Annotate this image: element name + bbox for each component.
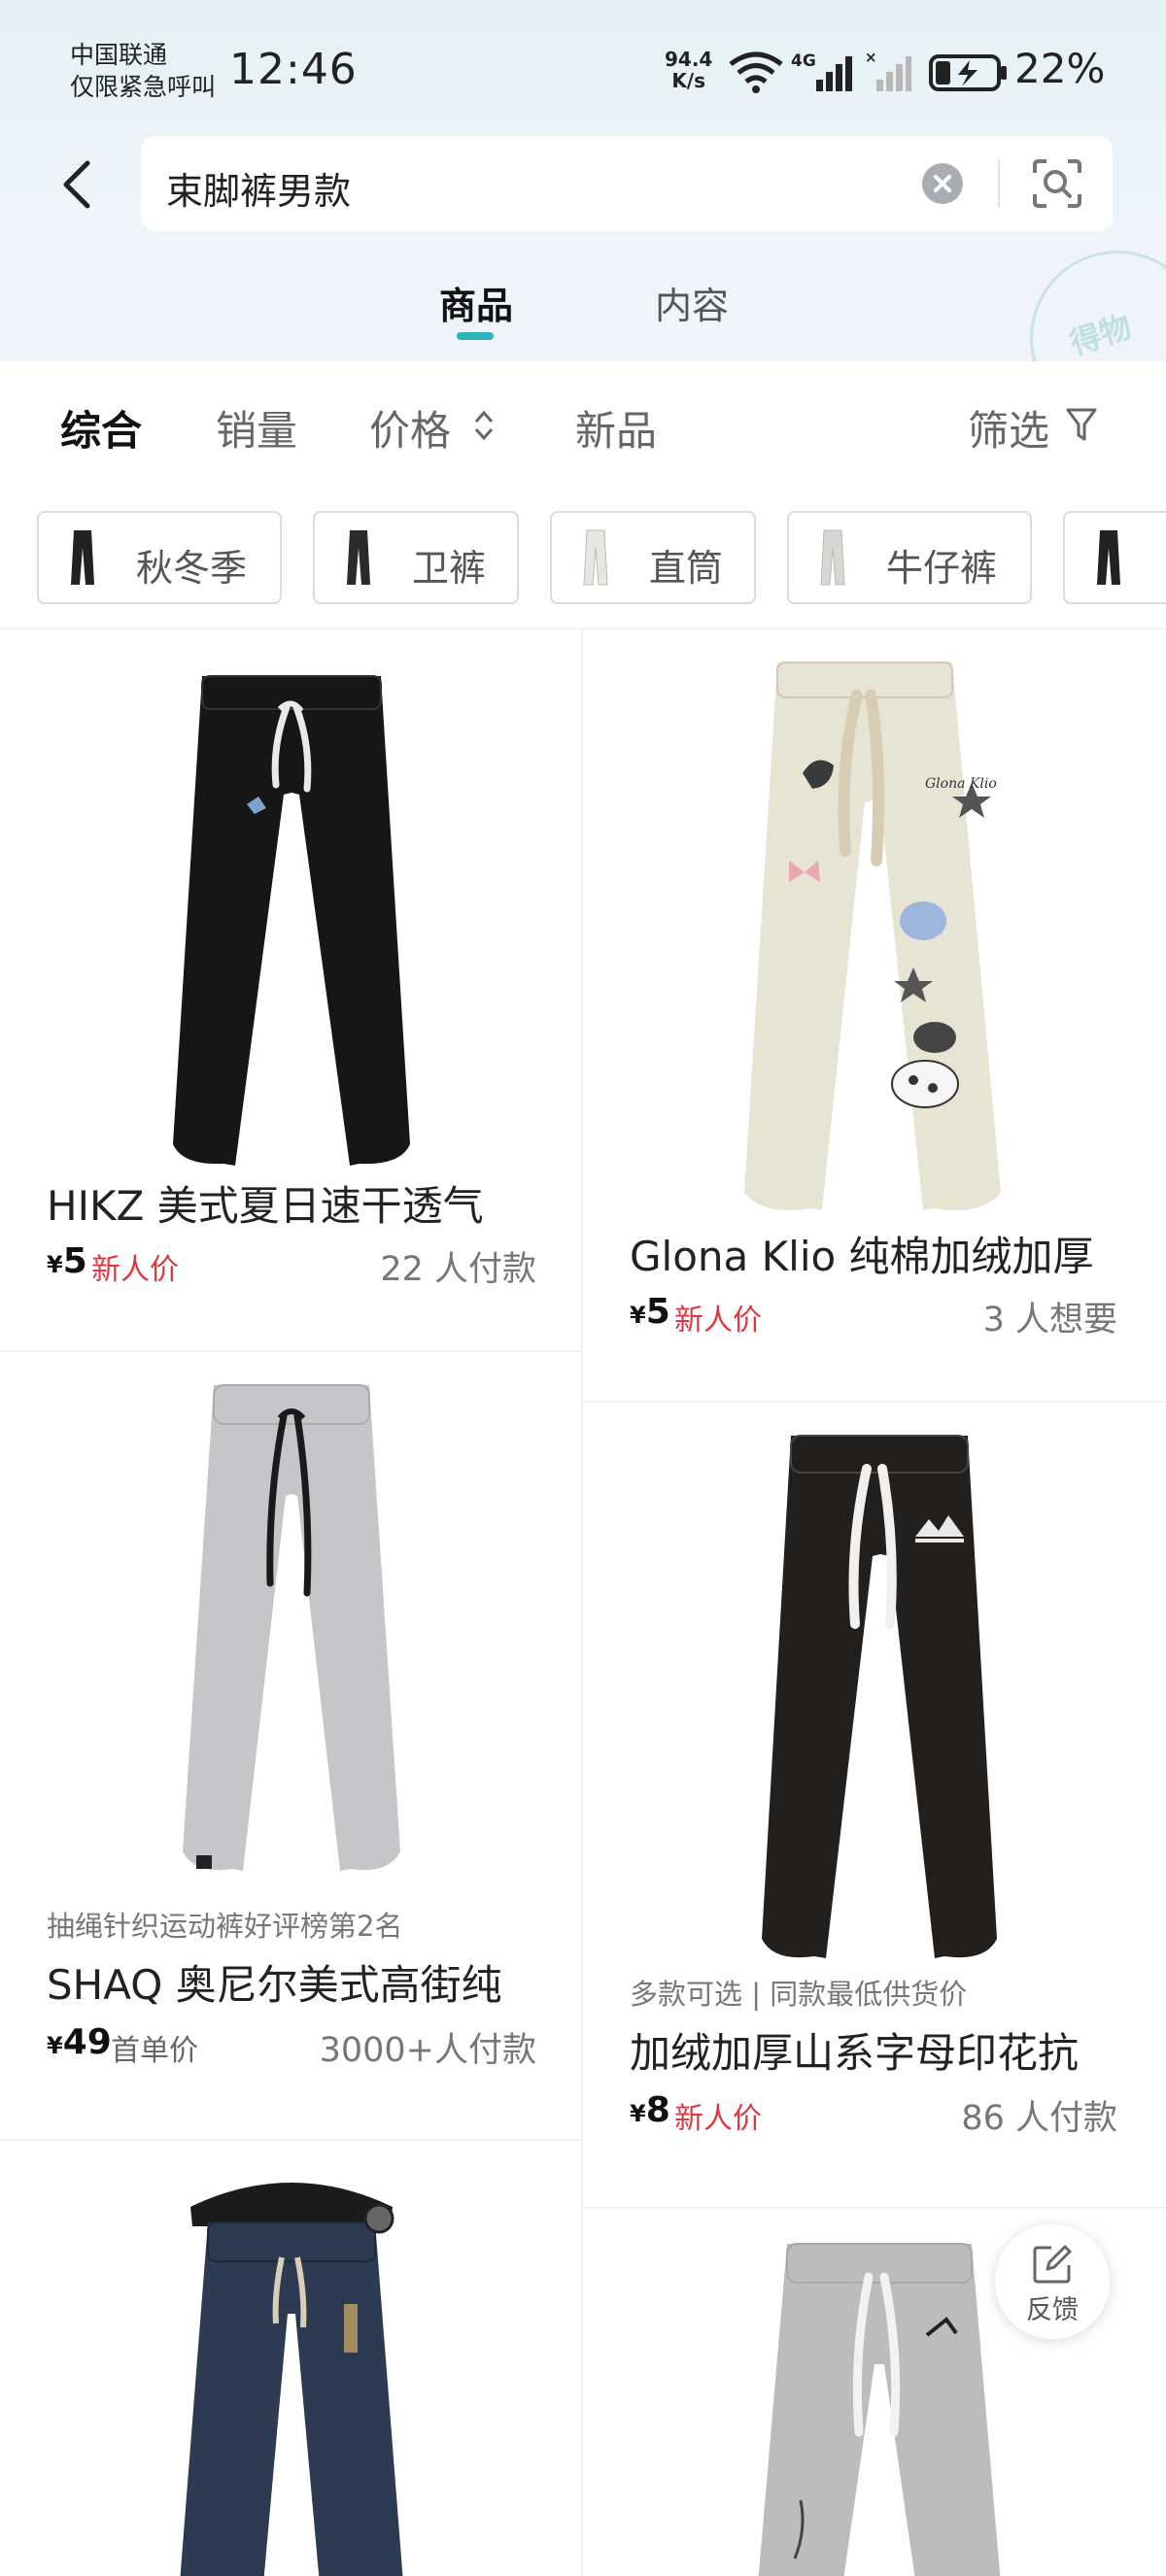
- chip-thumbnail: [1097, 530, 1120, 585]
- sort-new[interactable]: 新品: [575, 398, 657, 458]
- chip-label: 卫裤: [412, 547, 487, 590]
- chip-more[interactable]: [1063, 511, 1166, 604]
- chip-label: 牛仔裤: [886, 547, 998, 590]
- product-image[interactable]: [146, 2168, 437, 2576]
- price-value: 8: [645, 2090, 670, 2130]
- product-card[interactable]: HIKZ 美式夏日速干透气 ¥5 新人价 22 人付款: [0, 629, 581, 1350]
- chip-jeans[interactable]: 牛仔裤: [787, 511, 1032, 604]
- sort-comprehensive[interactable]: 综合: [60, 398, 142, 458]
- image-search-scan-icon[interactable]: [1031, 157, 1083, 210]
- filter-funnel-icon[interactable]: [1065, 406, 1098, 443]
- price-currency-symbol: ¥: [47, 1251, 63, 1278]
- product-card[interactable]: Glona Klio Glona Klio 纯棉加绒加厚 ¥5 新人价 3 人想…: [583, 629, 1164, 1401]
- network-speed: 94.4 K/s: [665, 49, 712, 91]
- battery-percentage: 22%: [1014, 45, 1106, 92]
- product-title[interactable]: 加绒加厚山系字母印花抗: [630, 2020, 1079, 2080]
- sort-bar: 综合 销量 价格 新品 筛选: [0, 361, 1166, 488]
- network-speed-unit: K/s: [671, 69, 706, 92]
- product-ranking-tag: 抽绳针织运动裤好评榜第2名: [47, 1910, 403, 1943]
- svg-text:×: ×: [865, 49, 877, 66]
- chip-sweatpants[interactable]: 卫裤: [313, 511, 519, 604]
- chip-thumbnail: [347, 530, 370, 585]
- sales-count: 86 人付款: [961, 2099, 1117, 2138]
- wifi-icon: [729, 51, 783, 93]
- want-count: 3 人想要: [982, 1301, 1117, 1339]
- price-value: 5: [645, 1292, 670, 1332]
- product-price: ¥5: [630, 1292, 670, 1332]
- content-tabs: 商品 内容: [0, 262, 1166, 350]
- product-title[interactable]: HIKZ 美式夏日速干透气: [47, 1173, 484, 1233]
- network-speed-value: 94.4: [665, 48, 713, 71]
- price-label: 首单价: [111, 2034, 198, 2068]
- product-price: ¥8: [630, 2090, 670, 2130]
- product-image[interactable]: [748, 2238, 1011, 2576]
- tab-products[interactable]: 商品: [439, 276, 513, 329]
- clear-search-icon[interactable]: [922, 163, 963, 204]
- product-card[interactable]: [0, 2141, 581, 2576]
- sales-count: 22 人付款: [380, 1250, 536, 1289]
- product-price: ¥49: [47, 2022, 112, 2062]
- cellular-no-signal-icon: ×: [865, 49, 911, 91]
- quick-filter-chips: 秋冬季 卫裤 直筒 牛仔裤: [0, 507, 1166, 604]
- carrier-name: 中国联通: [70, 41, 168, 69]
- search-divider: [998, 159, 1000, 208]
- price-currency-symbol: ¥: [47, 2032, 63, 2059]
- price-label: 新人价: [674, 2102, 762, 2136]
- price-sort-arrows-icon[interactable]: [472, 408, 496, 443]
- product-promo-tag: 多款可选 | 同款最低供货价: [630, 1978, 968, 2011]
- product-card[interactable]: 抽绳针织运动裤好评榜第2名 SHAQ 奥尼尔美式高街纯 ¥49 首单价 3000…: [0, 1352, 581, 2139]
- edit-feedback-icon: [1033, 2245, 1072, 2284]
- price-value: 49: [62, 2022, 112, 2062]
- chip-autumn-winter[interactable]: 秋冬季: [37, 511, 282, 604]
- chip-thumbnail: [71, 530, 94, 585]
- product-image[interactable]: Glona Klio: [709, 657, 1040, 1230]
- back-arrow-icon[interactable]: [51, 155, 109, 214]
- sort-price[interactable]: 价格: [369, 398, 451, 458]
- carrier-info: 中国联通 仅限紧急呼叫: [70, 39, 216, 103]
- search-row: 束脚裤男款: [0, 136, 1166, 233]
- price-label: 新人价: [91, 1253, 179, 1287]
- chip-thumbnail: [583, 529, 608, 586]
- carrier-status: 仅限紧急呼叫: [70, 73, 217, 101]
- search-query[interactable]: 束脚裤男款: [166, 161, 351, 215]
- price-label: 新人价: [674, 1304, 762, 1338]
- header-area: 中国联通 仅限紧急呼叫 12:46 94.4 K/s 4G × 22% 束脚裤男…: [0, 0, 1166, 425]
- product-title[interactable]: Glona Klio 纯棉加绒加厚: [630, 1224, 1094, 1283]
- feedback-button[interactable]: 反馈: [995, 2224, 1110, 2339]
- status-bar: 中国联通 仅限紧急呼叫 12:46 94.4 K/s 4G × 22%: [0, 0, 1166, 146]
- tab-content[interactable]: 内容: [655, 276, 729, 329]
- price-value: 5: [62, 1241, 87, 1281]
- product-card[interactable]: 多款可选 | 同款最低供货价 加绒加厚山系字母印花抗 ¥8 新人价 86 人付款: [583, 1403, 1164, 2207]
- search-input[interactable]: 束脚裤男款: [141, 136, 1113, 231]
- product-price: ¥5: [47, 1241, 87, 1281]
- price-currency-symbol: ¥: [630, 2100, 646, 2127]
- sales-count: 3000+人付款: [319, 2031, 536, 2070]
- chip-label: 直筒: [649, 547, 724, 590]
- chip-label: 秋冬季: [136, 547, 248, 590]
- filter-button[interactable]: 筛选: [968, 398, 1049, 458]
- product-title[interactable]: SHAQ 奥尼尔美式高街纯: [47, 1952, 502, 2012]
- product-image[interactable]: [146, 668, 437, 1183]
- sort-sales[interactable]: 销量: [216, 398, 297, 458]
- active-tab-indicator: [457, 332, 494, 340]
- battery-charging-icon: [929, 54, 1007, 91]
- chip-straight[interactable]: 直筒: [550, 511, 756, 604]
- clock: 12:46: [229, 45, 358, 94]
- cellular-4g-icon: 4G: [791, 51, 852, 91]
- price-currency-symbol: ¥: [630, 1302, 646, 1329]
- svg-text:4G: 4G: [791, 51, 816, 71]
- svg-text:Glona Klio: Glona Klio: [925, 776, 997, 792]
- product-image[interactable]: [748, 1430, 1011, 1974]
- product-image[interactable]: [175, 1379, 408, 1888]
- chip-thumbnail: [820, 529, 845, 586]
- feedback-label: 反馈: [1026, 2295, 1079, 2325]
